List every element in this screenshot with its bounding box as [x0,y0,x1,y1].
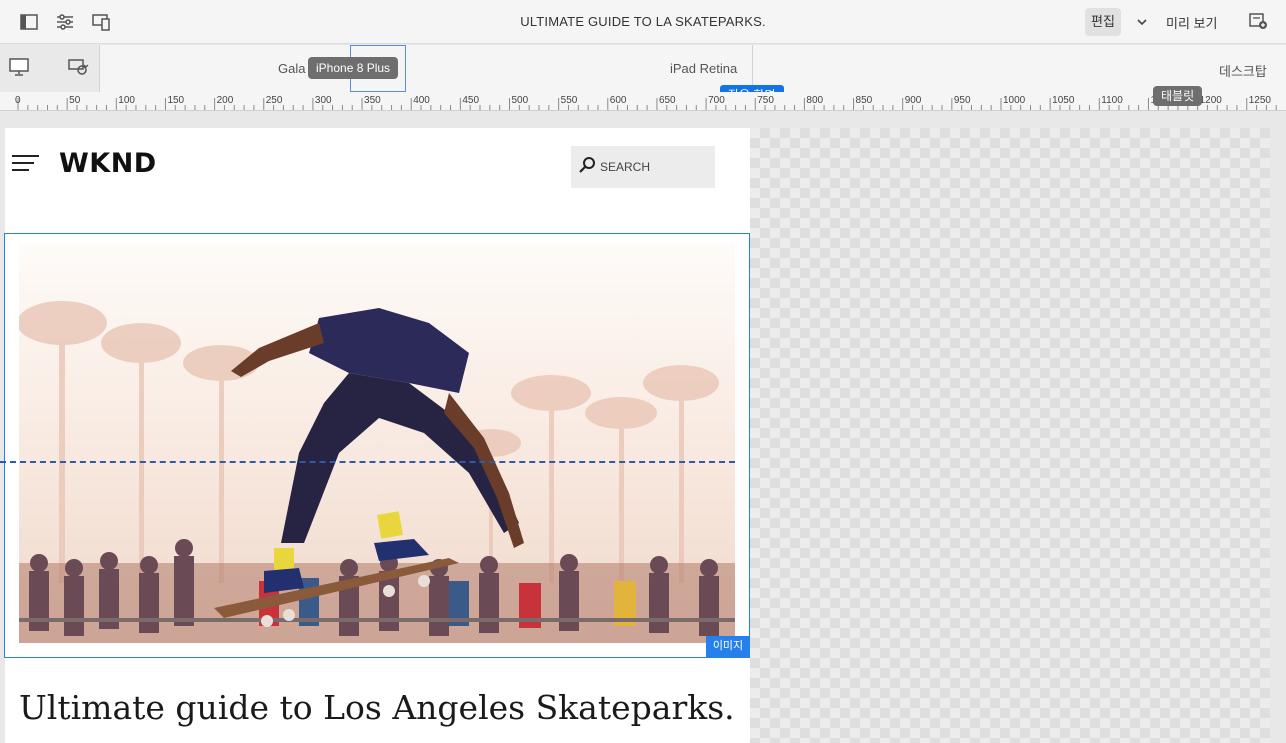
device-ipad[interactable]: iPad Retina [670,61,737,76]
ruler-label: 0 [15,95,21,106]
ruler-label: 300 [314,95,332,106]
ruler-label: 950 [953,95,971,106]
ruler-label: 1100 [1101,95,1123,106]
chevron-down-icon[interactable] [1132,12,1152,32]
search-icon [579,156,597,174]
ruler-label: 1200 [1199,95,1222,106]
device-galaxy[interactable]: Gala [278,61,305,76]
emulator-controls [0,45,100,92]
ruler-label: 200 [216,95,234,106]
desktop-icon[interactable] [9,58,31,78]
emulator-bar: Gala iPhone 8 Plus iPad Retina 데스크탑 작은 화… [0,45,1286,105]
ruler-ticks [17,98,1277,110]
search-placeholder: SEARCH [600,160,651,174]
ruler-label: 250 [265,95,283,106]
editor-toolbar: ULTIMATE GUIDE TO LA SKATEPARKS. 편집 미리 보… [0,0,1286,44]
ruler-label: 50 [69,95,81,106]
hero-image[interactable] [19,243,735,643]
rotate-device-icon[interactable] [67,58,89,78]
ruler-label: 1000 [1003,95,1026,106]
ruler-label: 450 [462,95,480,106]
drop-target-guide [0,461,735,463]
page-info-icon[interactable] [1248,11,1270,33]
ruler-label: 350 [364,95,381,106]
device-iphone-tooltip[interactable]: iPhone 8 Plus [308,57,399,79]
ruler-label: 600 [609,95,627,106]
edit-mode-button[interactable]: 편집 [1085,8,1121,36]
device-desktop[interactable]: 데스크탑 [1219,61,1267,80]
ruler: 0 50 100 150 200 250 300 350 400 450 500 550 600 650 7… [0,92,1286,111]
transparent-area [750,128,1270,743]
ruler-label: 400 [413,95,430,106]
ruler-label: 550 [560,95,578,106]
ruler-label: 900 [904,95,922,106]
ruler-label: 800 [806,95,824,106]
ruler-label: 700 [708,95,725,106]
search-box[interactable]: SEARCH [571,146,715,188]
article-headline[interactable]: Ultimate guide to Los Angeles Skateparks… [19,688,735,727]
breakpoint-tablet-badge[interactable]: 태블릿 [1153,86,1203,106]
image-component-badge[interactable]: 이미지 [706,636,750,657]
ruler-label: 500 [511,95,529,106]
ruler-label: 1250 [1248,95,1271,106]
ruler-label: 750 [757,95,774,106]
ruler-label: 650 [658,95,676,106]
ruler-label: 100 [118,95,135,106]
preview-button[interactable]: 미리 보기 [1166,13,1217,32]
menu-icon[interactable] [12,154,40,174]
ruler-label: 850 [855,95,873,106]
ruler-label: 1050 [1052,95,1075,106]
site-logo[interactable]: WKND [59,148,157,179]
ruler-label: 150 [167,95,185,106]
